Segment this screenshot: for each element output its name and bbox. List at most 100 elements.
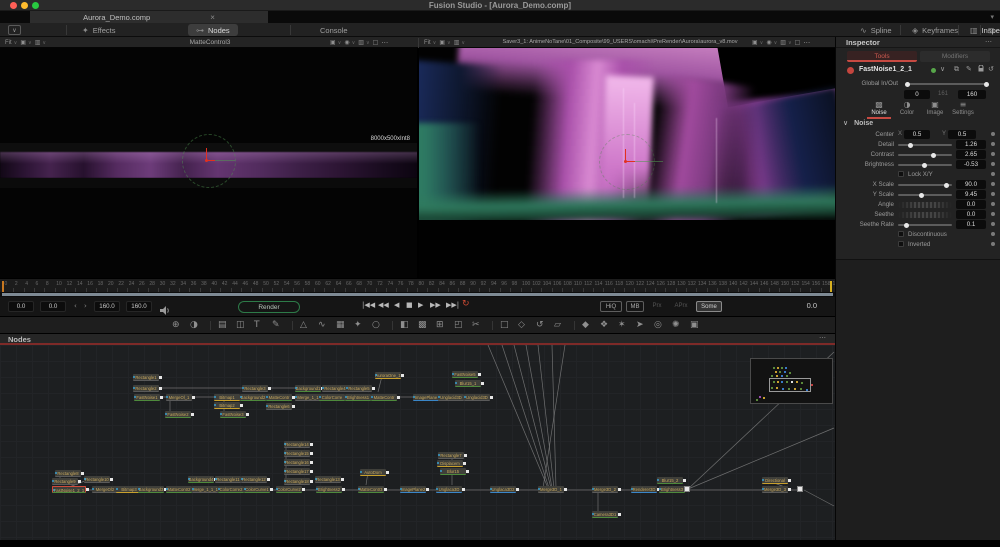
node-chip[interactable]: Rectangle15 bbox=[284, 450, 310, 457]
node-chip[interactable]: Unglaca3D bbox=[436, 486, 462, 493]
node-chip[interactable]: Merge_1_1_1 bbox=[192, 486, 218, 493]
node-output-dot[interactable] bbox=[160, 396, 163, 399]
quality-mb-button[interactable]: MB bbox=[626, 301, 644, 312]
crop-tool-icon[interactable]: ✂ bbox=[472, 320, 480, 330]
node-output-dot[interactable] bbox=[246, 413, 249, 416]
param-checkbox[interactable] bbox=[898, 231, 904, 237]
slider-handle[interactable] bbox=[931, 153, 936, 158]
bitmap-mask-icon[interactable]: ▦ bbox=[336, 320, 345, 330]
node-chip[interactable]: MatteContr bbox=[266, 394, 292, 401]
left-viewport-zoom-controls[interactable]: Fit∨ ▣∨ ▥∨ bbox=[5, 37, 46, 48]
node-chip[interactable]: Rectangle13 bbox=[315, 476, 341, 483]
subtab-color[interactable]: ◑Color bbox=[892, 100, 922, 116]
param-y-field[interactable]: 0.5 bbox=[948, 130, 976, 139]
effects-button[interactable]: ✦ Effects bbox=[74, 24, 124, 36]
animate-dot[interactable] bbox=[991, 222, 995, 226]
node-chip[interactable]: Rectangle3 bbox=[242, 385, 268, 392]
node-output-dot[interactable] bbox=[240, 404, 243, 407]
node-output-dot[interactable] bbox=[788, 488, 791, 491]
goto-end-button[interactable]: ▶▶| bbox=[446, 301, 459, 309]
node-output-dot[interactable] bbox=[110, 478, 113, 481]
nodes-menu-icon[interactable]: ⋯ bbox=[819, 334, 827, 342]
versions-icon[interactable]: ⧉ bbox=[954, 65, 959, 74]
node-chip[interactable]: FastNoise3 bbox=[220, 411, 246, 418]
rectangle-tool-icon[interactable]: □ bbox=[500, 320, 509, 330]
renderer3d-tool-icon[interactable]: ▣ bbox=[690, 320, 699, 330]
node-chip[interactable]: MergeOl2 bbox=[92, 486, 118, 493]
node-enabled-dot[interactable] bbox=[931, 68, 936, 73]
node-chip[interactable]: Blur15_2 bbox=[657, 477, 683, 484]
animate-dot[interactable] bbox=[991, 182, 995, 186]
node-output-dot[interactable] bbox=[86, 488, 89, 491]
node-chip[interactable]: ColorCurve1 bbox=[244, 486, 270, 493]
param-slider[interactable] bbox=[898, 224, 952, 226]
range-start-field[interactable]: 160.0 bbox=[94, 301, 120, 312]
node-chip[interactable]: Rectangle17 bbox=[284, 468, 310, 475]
close-tab-icon[interactable]: × bbox=[210, 13, 215, 22]
node-output-dot[interactable] bbox=[302, 488, 305, 491]
pin-icon[interactable]: ✎ bbox=[966, 65, 972, 73]
node-output-dot[interactable] bbox=[618, 488, 621, 491]
text3d-tool-icon[interactable]: ✶ bbox=[618, 320, 626, 330]
animate-dot[interactable] bbox=[991, 212, 995, 216]
node-output-dot[interactable] bbox=[341, 478, 344, 481]
quality-hiq-button[interactable]: HiQ bbox=[600, 301, 622, 312]
node-chip[interactable]: Background3 bbox=[138, 486, 164, 493]
reset-icon[interactable]: ↺ bbox=[988, 65, 994, 73]
node-output-dot[interactable] bbox=[462, 488, 465, 491]
node-output-dot[interactable] bbox=[191, 413, 194, 416]
param-value-field[interactable]: 0.0 bbox=[956, 210, 986, 219]
node-chip[interactable]: FastNoise2 bbox=[165, 411, 191, 418]
node-chip[interactable]: Unglaca3D2 bbox=[490, 486, 516, 493]
transform-widget-center[interactable] bbox=[205, 159, 208, 162]
node-output-dot[interactable] bbox=[788, 479, 791, 482]
comp-tab[interactable]: Aurora_Demo.comp × bbox=[30, 11, 268, 23]
slider-handle[interactable] bbox=[919, 193, 924, 198]
play-reverse-button[interactable]: ◀ bbox=[394, 301, 399, 309]
node-output-dot[interactable] bbox=[78, 480, 81, 483]
param-slider[interactable] bbox=[898, 164, 952, 166]
render-button[interactable]: Render bbox=[238, 301, 300, 313]
node-output-dot[interactable] bbox=[270, 488, 273, 491]
tab-tools[interactable]: Tools bbox=[847, 51, 917, 62]
slider-handle[interactable] bbox=[944, 183, 949, 188]
left-viewport[interactable]: 8000x500xInt8 bbox=[0, 48, 418, 278]
quality-some-button[interactable]: Some bbox=[696, 301, 722, 312]
node-output-dot[interactable] bbox=[481, 382, 484, 385]
node-chip[interactable]: MatteContr3 bbox=[358, 486, 384, 493]
animate-dot[interactable] bbox=[991, 142, 995, 146]
subtab-noise[interactable]: ▩Noise bbox=[864, 100, 894, 116]
display-icon[interactable]: ⊡ bbox=[980, 24, 1000, 36]
tab-modifiers[interactable]: Modifiers bbox=[920, 51, 990, 62]
param-slider[interactable] bbox=[898, 154, 952, 156]
node-chip[interactable]: MatteContr2 bbox=[166, 486, 192, 493]
node-chip[interactable]: Rectangle1 bbox=[133, 374, 159, 381]
quality-aprx-button[interactable]: APrx bbox=[670, 301, 692, 312]
node-output-dot[interactable] bbox=[292, 405, 295, 408]
fastnoise-tool-icon[interactable]: ▩ bbox=[418, 320, 427, 330]
node-chip[interactable]: Rectangle5 bbox=[346, 385, 372, 392]
node-output-dot[interactable] bbox=[159, 376, 162, 379]
node-output-dot[interactable] bbox=[159, 387, 162, 390]
param-checkbox[interactable] bbox=[898, 171, 904, 177]
nodes-button[interactable]: ⊶ Nodes bbox=[188, 24, 238, 36]
fast-forward-button[interactable]: ▶▶ bbox=[430, 301, 441, 309]
node-chip[interactable]: Background4 bbox=[188, 476, 214, 483]
node-output-dot[interactable] bbox=[397, 396, 400, 399]
node-chip[interactable]: Background1 bbox=[295, 385, 321, 392]
resize-tool-icon[interactable]: ◰ bbox=[454, 320, 463, 330]
node-chip[interactable]: FastNoise1 bbox=[134, 394, 160, 401]
node-chip[interactable]: ColorCorre2 bbox=[218, 486, 244, 493]
node-chip[interactable]: Merge3D_1 bbox=[538, 486, 564, 493]
transform-tool-icon[interactable]: ↺ bbox=[536, 320, 544, 330]
node-chip[interactable]: Camera3D1 bbox=[592, 511, 618, 518]
ellipse-mask-icon[interactable]: ○ bbox=[372, 320, 380, 330]
node-chip[interactable]: Displacem bbox=[437, 460, 463, 467]
node-chip[interactable]: Rectangle6 bbox=[266, 403, 292, 410]
node-chip[interactable]: Background2 bbox=[240, 394, 266, 401]
param-slider[interactable] bbox=[898, 184, 952, 186]
global-start-field[interactable]: 0.0 bbox=[40, 301, 66, 312]
step-back-icon[interactable]: ‹ bbox=[74, 302, 77, 310]
right-viewport-zoom-controls[interactable]: Fit∨ ▣∨ ▥∨ bbox=[424, 37, 465, 48]
loop-button[interactable]: ↻ bbox=[462, 299, 470, 309]
